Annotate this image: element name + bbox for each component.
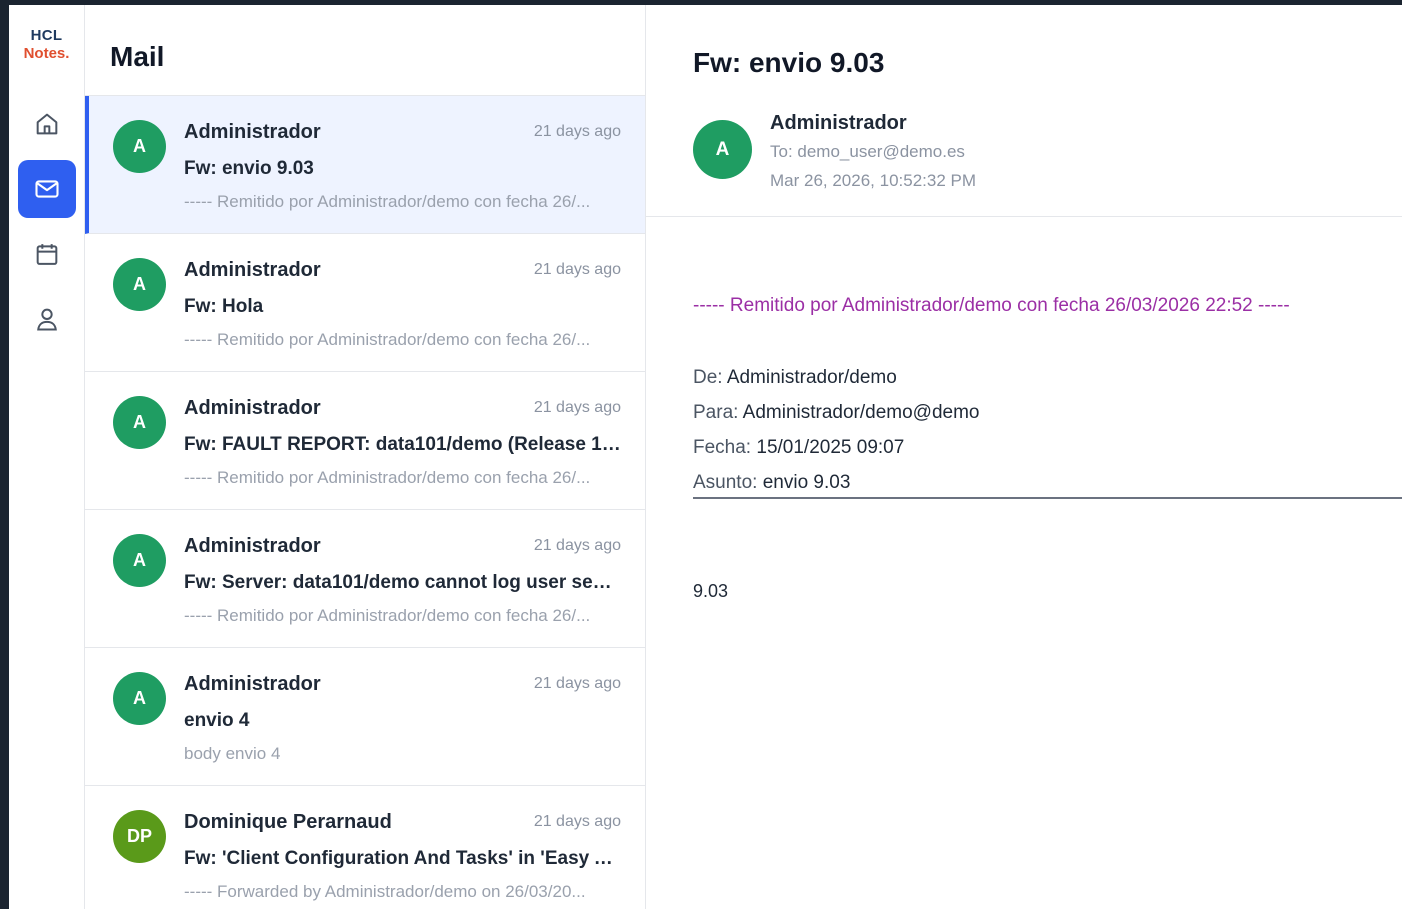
mail-list-header: Mail bbox=[85, 5, 645, 96]
mail-time: 21 days ago bbox=[533, 123, 621, 140]
mail-subject: Fw: Server: data101/demo cannot log user… bbox=[184, 572, 621, 593]
message-date: Mar 26, 2026, 10:52:32 PM bbox=[770, 171, 977, 190]
mail-time: 21 days ago bbox=[533, 261, 621, 278]
mail-subject: Fw: Hola bbox=[184, 296, 264, 317]
hcl-notes-logo: HCL Notes. bbox=[24, 27, 70, 63]
mail-preview: ----- Remitido por Administrador/demo co… bbox=[184, 468, 591, 487]
mail-preview: ----- Forwarded by Administrador/demo on… bbox=[184, 882, 586, 901]
nav-home-button[interactable] bbox=[18, 95, 76, 153]
mail-list-item[interactable]: A Administrador 21 days ago Fw: Server: … bbox=[85, 510, 645, 648]
meta-key: De: bbox=[693, 367, 723, 388]
mail-preview: body envio 4 bbox=[184, 744, 281, 763]
message-title: Fw: envio 9.03 bbox=[693, 47, 885, 78]
meta-subject: Asunto: envio 9.03 bbox=[693, 472, 850, 494]
mail-time: 21 days ago bbox=[533, 537, 621, 554]
avatar: A bbox=[113, 258, 166, 311]
mail-list-item[interactable]: A Administrador 21 days ago Fw: Hola ---… bbox=[85, 234, 645, 372]
mail-list-item[interactable]: A Administrador 21 days ago Fw: envio 9.… bbox=[85, 96, 645, 234]
logo-line1: HCL bbox=[30, 27, 63, 44]
home-icon bbox=[36, 113, 57, 135]
meta-value: envio 9.03 bbox=[762, 472, 851, 493]
mail-list-item[interactable]: A Administrador 21 days ago envio 4 body… bbox=[85, 648, 645, 786]
meta-from: De: Administrador/demo bbox=[693, 367, 897, 389]
header-divider bbox=[646, 216, 1402, 217]
mail-subject: Fw: 'Client Configuration And Tasks' in … bbox=[184, 848, 621, 869]
avatar: A bbox=[113, 120, 166, 173]
meta-value: Administrador/demo bbox=[726, 367, 897, 388]
reading-pane: Fw: envio 9.03 A Administrador To: demo_… bbox=[646, 5, 1402, 909]
mail-subject: Fw: envio 9.03 bbox=[184, 158, 314, 179]
meta-separator bbox=[693, 497, 1402, 499]
avatar: DP bbox=[113, 810, 166, 863]
mail-list-item[interactable]: DP Dominique Perarnaud 21 days ago Fw: '… bbox=[85, 786, 645, 909]
meta-value: 15/01/2025 09:07 bbox=[756, 437, 905, 458]
mail-list-item[interactable]: A Administrador 21 days ago Fw: FAULT RE… bbox=[85, 372, 645, 510]
meta-value: Administrador/demo@demo bbox=[742, 402, 980, 423]
meta-date: Fecha: 15/01/2025 09:07 bbox=[693, 437, 904, 459]
avatar: A bbox=[113, 534, 166, 587]
mail-preview: ----- Remitido por Administrador/demo co… bbox=[184, 606, 591, 625]
meta-key: Para: bbox=[693, 402, 739, 423]
page-title: Mail bbox=[110, 41, 165, 72]
person-icon bbox=[36, 308, 57, 331]
mail-subject: envio 4 bbox=[184, 710, 250, 731]
sender-avatar: A bbox=[693, 120, 752, 179]
mail-preview: ----- Remitido por Administrador/demo co… bbox=[184, 330, 591, 349]
nav-contacts-button[interactable] bbox=[18, 290, 76, 348]
mail-list-panel: Mail A Administrador 21 days ago Fw: env… bbox=[85, 5, 646, 909]
mail-preview: ----- Remitido por Administrador/demo co… bbox=[184, 192, 591, 211]
message-recipient: To: demo_user@demo.es bbox=[770, 142, 965, 161]
forward-header-line: ----- Remitido por Administrador/demo co… bbox=[693, 295, 1290, 316]
mail-subject: Fw: FAULT REPORT: data101/demo (Release … bbox=[184, 434, 621, 455]
avatar: A bbox=[113, 396, 166, 449]
calendar-icon bbox=[36, 244, 57, 265]
mail-time: 21 days ago bbox=[533, 399, 621, 416]
meta-to: Para: Administrador/demo@demo bbox=[693, 402, 980, 424]
app-window: HCL Notes. Mail A Administrador 21 days … bbox=[9, 5, 1402, 909]
mail-icon bbox=[34, 180, 59, 198]
meta-key: Fecha: bbox=[693, 437, 752, 458]
nav-rail: HCL Notes. bbox=[9, 5, 85, 909]
avatar: A bbox=[113, 672, 166, 725]
message-sender: Administrador bbox=[770, 112, 907, 134]
meta-key: Asunto: bbox=[693, 472, 758, 493]
nav-calendar-button[interactable] bbox=[18, 225, 76, 283]
message-body: 9.03 bbox=[693, 581, 729, 601]
nav-mail-button[interactable] bbox=[17, 160, 76, 218]
mail-time: 21 days ago bbox=[533, 675, 621, 692]
logo-line2: Notes. bbox=[23, 45, 70, 62]
mail-time: 21 days ago bbox=[533, 813, 621, 830]
